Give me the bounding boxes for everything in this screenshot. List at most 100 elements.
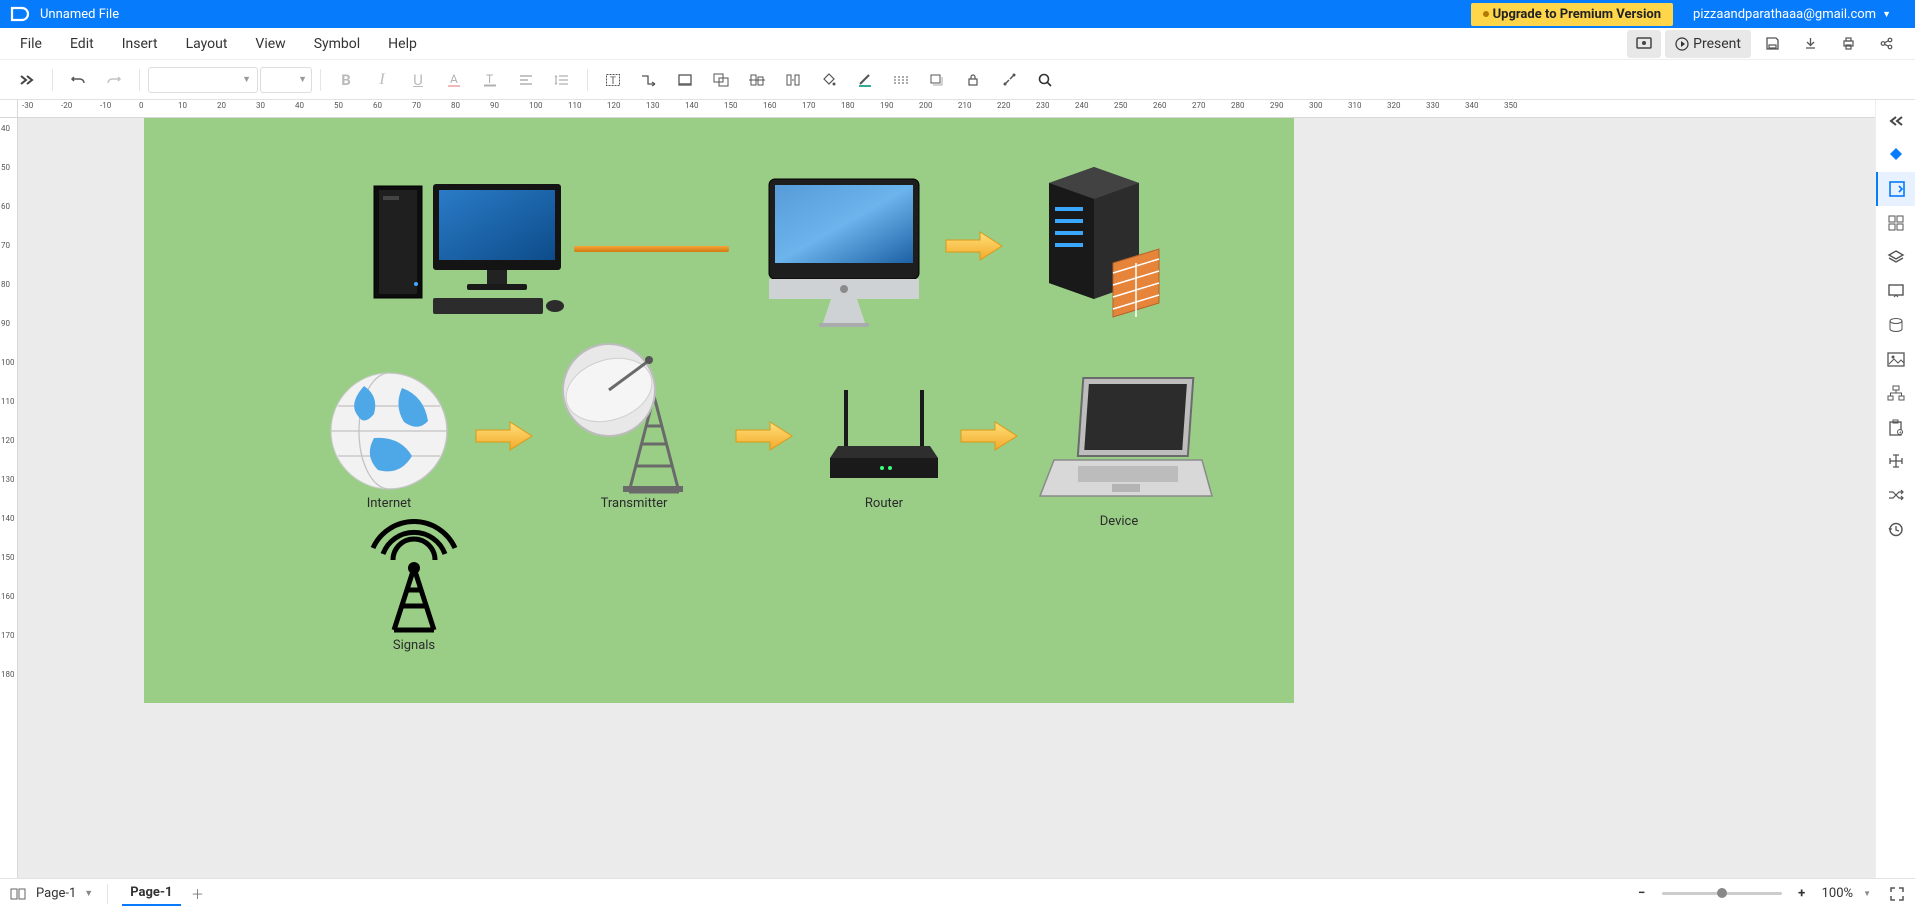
theme-icon[interactable]: [1876, 138, 1915, 172]
server-firewall-icon[interactable]: [1039, 163, 1179, 323]
shuffle-icon[interactable]: [1876, 478, 1915, 512]
chevron-down-icon: ▼: [298, 74, 307, 85]
present-button[interactable]: Present: [1665, 30, 1751, 58]
dot-icon: [1483, 11, 1489, 17]
redo-button[interactable]: [97, 65, 131, 95]
print-button[interactable]: [1831, 30, 1865, 58]
chevron-down-icon: ▼: [242, 74, 251, 85]
device-label: Device: [1079, 514, 1159, 529]
focus-mode-button[interactable]: [1627, 30, 1661, 58]
italic-button[interactable]: I: [365, 65, 399, 95]
shadow-button[interactable]: [920, 65, 954, 95]
imac-icon[interactable]: [759, 173, 929, 333]
search-button[interactable]: [1028, 65, 1062, 95]
pages-icon[interactable]: [10, 887, 28, 901]
router-icon[interactable]: [824, 388, 944, 498]
zoom-value[interactable]: 100%: [1822, 886, 1853, 901]
signals-icon[interactable]: [359, 518, 469, 638]
add-page-button[interactable]: ＋: [187, 883, 209, 905]
zoom-in-button[interactable]: +: [1792, 884, 1812, 904]
internet-label: Internet: [344, 496, 434, 511]
text-highlight-button[interactable]: T: [473, 65, 507, 95]
menu-insert[interactable]: Insert: [108, 30, 172, 58]
user-email: pizzaandparathaaa@gmail.com: [1693, 7, 1876, 22]
align-button[interactable]: [509, 65, 543, 95]
user-menu[interactable]: pizzaandparathaaa@gmail.com ▼: [1693, 7, 1891, 22]
comments-icon[interactable]: [1876, 444, 1915, 478]
zoom-out-button[interactable]: −: [1632, 884, 1652, 904]
tab-page-1[interactable]: Page-1: [122, 881, 180, 906]
zoom-slider[interactable]: [1662, 892, 1782, 895]
arrow-icon[interactable]: [734, 418, 794, 454]
line-spacing-button[interactable]: [545, 65, 579, 95]
expand-panels-icon[interactable]: [10, 65, 44, 95]
collapse-panel-icon[interactable]: [1876, 104, 1915, 138]
menu-bar: File Edit Insert Layout View Symbol Help…: [0, 28, 1915, 60]
menu-view[interactable]: View: [241, 30, 299, 58]
menu-layout[interactable]: Layout: [172, 30, 242, 58]
text-box-button[interactable]: T: [596, 65, 630, 95]
lock-button[interactable]: [956, 65, 990, 95]
chevron-down-icon: ▼: [1863, 889, 1871, 898]
arrow-icon[interactable]: [944, 228, 1004, 264]
menu-help[interactable]: Help: [374, 30, 431, 58]
desktop-pc-icon[interactable]: [369, 178, 569, 318]
bold-button[interactable]: B: [329, 65, 363, 95]
ruler-horizontal: -30-20-100102030405060708090100110120130…: [18, 100, 1875, 118]
undo-button[interactable]: [61, 65, 95, 95]
toolbar: ▼ ▼ B I U A T T: [0, 60, 1915, 100]
present-label: Present: [1693, 36, 1741, 52]
templates-icon[interactable]: [1876, 206, 1915, 240]
container-button[interactable]: [668, 65, 702, 95]
underline-button[interactable]: U: [401, 65, 435, 95]
fullscreen-icon[interactable]: [1889, 886, 1905, 902]
page-selector[interactable]: Page-1: [36, 886, 76, 901]
data-icon[interactable]: [1876, 308, 1915, 342]
text-color-button[interactable]: A: [437, 65, 471, 95]
orgchart-icon[interactable]: [1876, 376, 1915, 410]
menu-symbol[interactable]: Symbol: [300, 30, 374, 58]
signals-label: Signals: [379, 638, 449, 653]
right-panel: +: [1875, 100, 1915, 878]
arrow-icon[interactable]: [959, 418, 1019, 454]
layers-icon[interactable]: [1876, 240, 1915, 274]
status-bar: Page-1 ▼ Page-1 ＋ − + 100% ▼: [0, 878, 1915, 908]
history-icon[interactable]: [1876, 512, 1915, 546]
slides-icon[interactable]: [1876, 274, 1915, 308]
align-objects-button[interactable]: [740, 65, 774, 95]
connector-button[interactable]: [632, 65, 666, 95]
clipboard-icon[interactable]: +: [1876, 410, 1915, 444]
router-label: Router: [849, 496, 919, 511]
workspace: -30-20-100102030405060708090100110120130…: [0, 100, 1915, 878]
arrow-icon[interactable]: [474, 418, 534, 454]
transmitter-label: Transmitter: [584, 496, 684, 511]
ruler-vertical: 405060708090100110120130140150160170180: [0, 118, 18, 878]
style-icon[interactable]: [1876, 172, 1915, 206]
internet-globe-icon[interactable]: [324, 366, 454, 496]
app-logo-icon: [0, 0, 40, 28]
fill-color-button[interactable]: [812, 65, 846, 95]
upgrade-button[interactable]: Upgrade to Premium Version: [1471, 3, 1673, 26]
menu-file[interactable]: File: [6, 30, 56, 58]
tools-button[interactable]: [992, 65, 1026, 95]
title-bar: Unnamed File Upgrade to Premium Version …: [0, 0, 1915, 28]
line-style-button[interactable]: [884, 65, 918, 95]
canvas-surface[interactable]: Internet: [18, 118, 1875, 878]
menu-edit[interactable]: Edit: [56, 30, 108, 58]
font-name-select[interactable]: ▼: [148, 67, 258, 93]
line-color-button[interactable]: [848, 65, 882, 95]
distribute-button[interactable]: [776, 65, 810, 95]
connector-line[interactable]: [574, 246, 729, 252]
save-button[interactable]: [1755, 30, 1789, 58]
font-size-select[interactable]: ▼: [260, 67, 312, 93]
laptop-icon[interactable]: [1034, 368, 1214, 518]
ruler-corner: [0, 100, 18, 118]
image-icon[interactable]: [1876, 342, 1915, 376]
group-button[interactable]: [704, 65, 738, 95]
share-button[interactable]: [1869, 30, 1903, 58]
svg-text:T: T: [610, 76, 616, 87]
download-button[interactable]: [1793, 30, 1827, 58]
chevron-down-icon: ▼: [84, 888, 93, 899]
diagram-page[interactable]: Internet: [144, 118, 1294, 703]
transmitter-icon[interactable]: [559, 336, 709, 496]
